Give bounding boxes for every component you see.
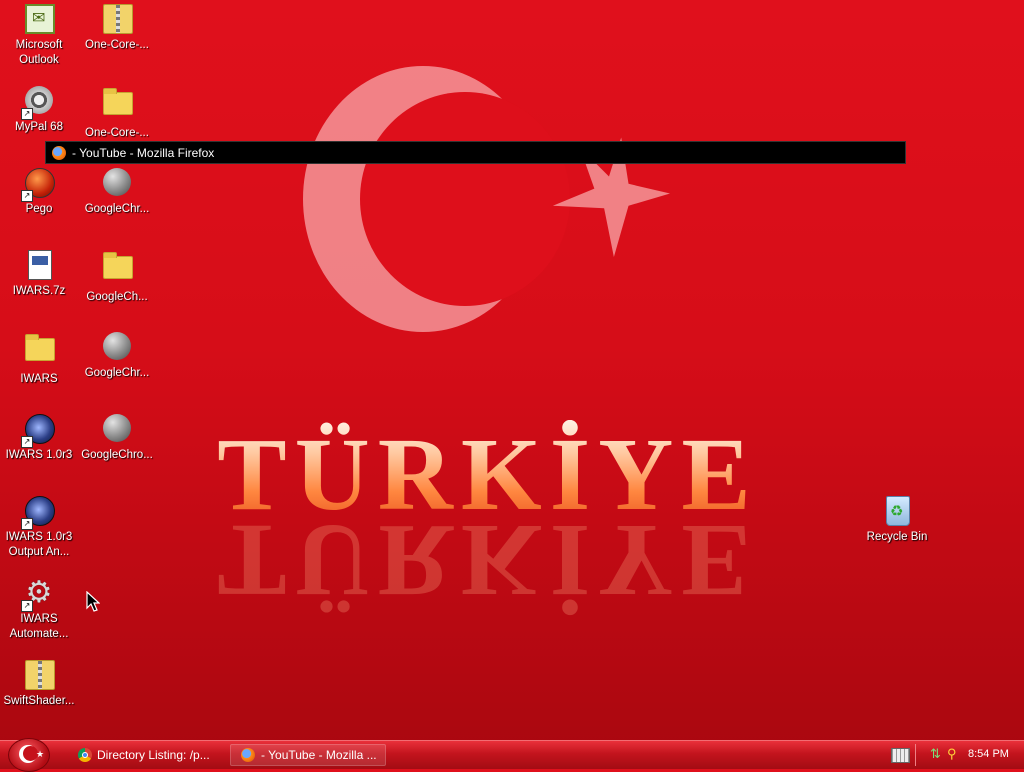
zip-folder-icon [103, 4, 133, 34]
zip-folder-icon [25, 660, 55, 690]
firefox-icon [241, 748, 255, 762]
taskbar: ★ Directory Listing: /p... - YouTube - M… [0, 738, 1024, 772]
desktop-icon-iwars-7z[interactable]: IWARS.7z [0, 250, 78, 299]
desktop-icon-googlechro-4[interactable]: GoogleChro... [78, 414, 156, 463]
desktop-icon-googlech-2[interactable]: GoogleCh... [78, 250, 156, 305]
shortcut-arrow-icon: ↗ [21, 108, 33, 120]
desktop-icon-mypal-68[interactable]: ↗ MyPal 68 [0, 86, 78, 135]
shortcut-arrow-icon: ↗ [21, 436, 33, 448]
shortcut-arrow-icon: ↗ [21, 518, 33, 530]
task-switcher-tooltip[interactable]: - YouTube - Mozilla Firefox [45, 141, 906, 164]
mouse-cursor-icon [86, 591, 100, 612]
desktop-icon-one-core-2[interactable]: One-Core-... [78, 86, 156, 141]
desktop-icon-swiftshader[interactable]: SwiftShader... [0, 660, 78, 709]
desktop-icon-googlechr-3[interactable]: GoogleChr... [78, 332, 156, 381]
firefox-icon [52, 145, 66, 160]
shortcut-arrow-icon: ↗ [21, 600, 33, 612]
desktop-icon-iwars-automate[interactable]: ⚙ ↗ IWARS Automate... [0, 578, 78, 642]
desktop-icon-one-core-1[interactable]: One-Core-... [78, 4, 156, 53]
desktop-icon-microsoft-outlook[interactable]: Microsoft Outlook [0, 4, 78, 68]
setup-icon [103, 332, 131, 360]
folder-icon [103, 252, 133, 279]
setup-icon [103, 168, 131, 196]
folder-icon [103, 88, 133, 115]
folder-icon [25, 334, 55, 361]
outlook-icon [25, 4, 55, 34]
desktop-icon-pego[interactable]: ↗ Pego [0, 168, 78, 217]
archive-file-icon [28, 250, 52, 280]
wallpaper-text-reflection: TÜRKİYE [217, 503, 759, 618]
desktop-icon-iwars-output[interactable]: ↗ IWARS 1.0r3 Output An... [0, 496, 78, 560]
keyboard-icon[interactable] [891, 748, 910, 763]
desktop-icon-googlechr-1[interactable]: GoogleChr... [78, 168, 156, 217]
taskbar-item-directory-listing[interactable]: Directory Listing: /p... [74, 744, 224, 766]
desktop-icon-iwars-10r3[interactable]: ↗ IWARS 1.0r3 [0, 414, 78, 463]
network-icon[interactable]: ⇅ [930, 746, 941, 762]
desktop-icon-recycle-bin[interactable]: Recycle Bin [858, 496, 936, 545]
desktop-icon-iwars-folder[interactable]: IWARS [0, 332, 78, 387]
start-button[interactable]: ★ [8, 738, 50, 772]
tray-divider [915, 744, 916, 766]
clock[interactable]: 8:54 PM [968, 748, 1009, 760]
recycle-bin-icon [886, 496, 910, 526]
search-icon[interactable]: ⚲ [947, 746, 957, 762]
shortcut-arrow-icon: ↗ [21, 190, 33, 202]
chrome-icon [78, 748, 92, 762]
setup-icon [103, 414, 131, 442]
task-switcher-title: - YouTube - Mozilla Firefox [72, 145, 215, 160]
taskbar-item-youtube-firefox[interactable]: - YouTube - Mozilla ... [230, 744, 386, 766]
